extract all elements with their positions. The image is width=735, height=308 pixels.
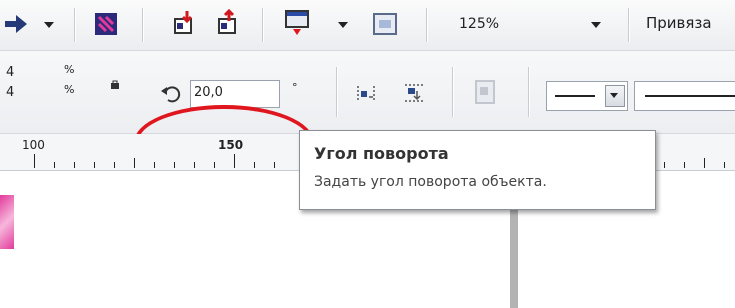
separator xyxy=(528,67,529,117)
tooltip-title: Угол поворота xyxy=(314,144,449,163)
ruler-tick xyxy=(194,162,195,168)
ruler-label: 150 xyxy=(218,138,244,152)
pink-shape-fragment[interactable] xyxy=(0,195,14,249)
export-icon[interactable] xyxy=(214,8,244,38)
outline-width-selector[interactable] xyxy=(634,81,735,111)
tooltip-description: Задать угол поворота объекта. xyxy=(314,174,547,190)
property-bar: 4 4 % % 20,0 ° xyxy=(0,51,735,180)
rotate-ccw-icon xyxy=(158,83,184,105)
ruler-tick xyxy=(94,162,95,168)
lock-ratio-icon[interactable] xyxy=(108,77,122,91)
ruler-tick xyxy=(684,162,685,168)
outline-dropdown-button[interactable] xyxy=(605,85,625,107)
ruler-tick xyxy=(234,154,235,168)
ruler-tick xyxy=(214,162,215,168)
separator xyxy=(452,67,453,117)
ruler-tick xyxy=(34,154,35,168)
redo-arrow-icon[interactable] xyxy=(2,12,30,36)
outline-style-selector[interactable] xyxy=(546,81,628,111)
rotation-angle-value: 20,0 xyxy=(194,85,223,100)
ruler-tick xyxy=(114,162,115,168)
scale-width-value[interactable]: 4 xyxy=(6,65,14,80)
scale-percent-label: % xyxy=(64,83,75,96)
line-sample xyxy=(645,95,735,97)
redo-dropdown-caret[interactable] xyxy=(44,22,54,28)
snap-to-menu[interactable]: Привяза xyxy=(646,14,712,32)
ruler-tick xyxy=(724,162,725,168)
rotation-angle-tooltip: Угол поворота Задать угол поворота объек… xyxy=(299,130,656,210)
launcher-dropdown-caret[interactable] xyxy=(338,22,348,28)
import-icon[interactable] xyxy=(170,8,200,38)
ruler-tick xyxy=(254,162,255,168)
ruler-tick xyxy=(704,158,705,168)
welcome-screen-icon[interactable] xyxy=(370,10,400,38)
ruler-tick xyxy=(154,162,155,168)
mirror-horizontal-icon[interactable] xyxy=(352,81,380,107)
ruler-tick xyxy=(174,162,175,168)
separator xyxy=(262,8,263,42)
zoom-level-combo[interactable]: 125% xyxy=(444,10,614,40)
scale-percent-label: % xyxy=(64,63,75,76)
application-launcher-icon[interactable] xyxy=(282,8,312,38)
ruler-tick xyxy=(74,162,75,168)
ruler-label: 100 xyxy=(22,138,45,152)
rotation-angle-input[interactable]: 20,0 xyxy=(190,80,280,108)
degree-unit-label: ° xyxy=(292,81,298,94)
mirror-vertical-icon[interactable] xyxy=(400,79,428,107)
zoom-dropdown-caret[interactable] xyxy=(591,22,601,28)
separator xyxy=(336,67,337,117)
separator xyxy=(142,8,143,42)
standard-toolbar: 125% Привяза xyxy=(0,0,735,51)
ruler-tick xyxy=(134,158,135,168)
ruler-tick xyxy=(664,162,665,168)
zoom-level-value: 125% xyxy=(459,16,500,32)
separator xyxy=(74,8,75,42)
convert-to-curves-icon[interactable] xyxy=(470,75,502,109)
scale-height-value[interactable]: 4 xyxy=(6,85,14,100)
line-sample xyxy=(555,95,595,97)
ruler-tick xyxy=(274,162,275,168)
convert-icon[interactable] xyxy=(92,10,120,38)
separator xyxy=(628,8,629,42)
ruler-tick xyxy=(54,162,55,168)
separator xyxy=(426,8,427,42)
